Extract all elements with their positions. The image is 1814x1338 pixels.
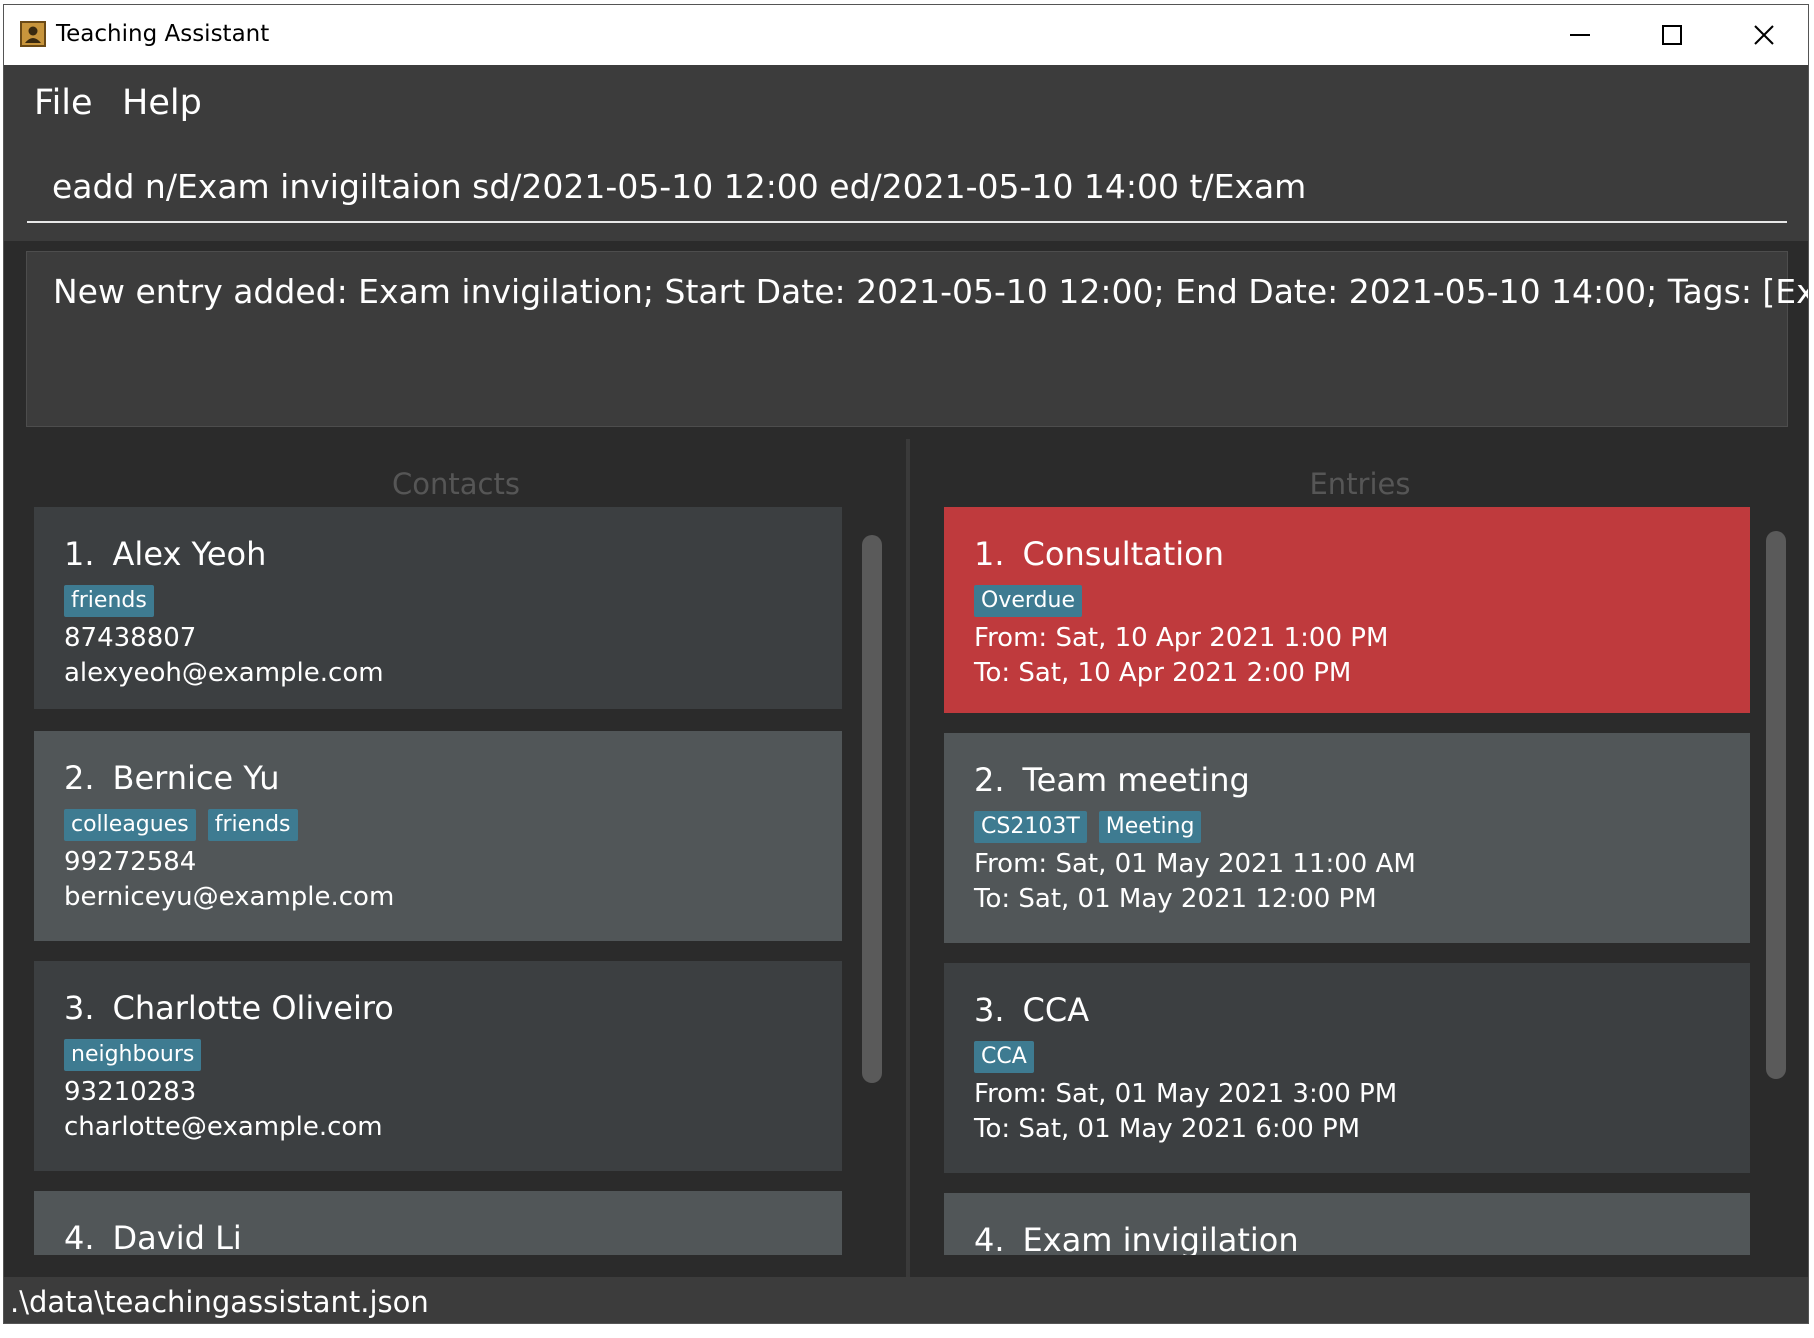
entry-card[interactable]: 4. Exam invigilation [944,1193,1750,1255]
entry-tag: Meeting [1098,811,1202,843]
contact-tag: neighbours [64,1039,202,1071]
entry-name: Consultation [1022,535,1225,573]
title-bar: Teaching Assistant [4,5,1808,65]
contact-card[interactable]: 4. David Li [34,1191,842,1255]
entry-to: To: Sat, 01 May 2021 12:00 PM [974,884,1377,914]
entry-card[interactable]: 2. Team meeting CS2103T Meeting From: Sat,… [944,733,1750,943]
data-file-path: .\data\teachingassistant.json [10,1285,429,1319]
contact-name: Bernice Yu [112,759,280,797]
result-message: New entry added: Exam invigilation; Star… [53,272,1809,311]
entry-to: To: Sat, 10 Apr 2021 2:00 PM [974,658,1352,688]
contact-phone: 93210283 [64,1077,197,1107]
contact-name: Alex Yeoh [112,535,267,573]
contact-email: berniceyu@example.com [64,882,395,912]
entries-scrollbar[interactable] [1766,531,1786,1079]
close-icon [1754,25,1774,45]
contacts-title: Contacts [392,467,520,501]
contacts-panel: Contacts 1. Alex Yeoh friends 87438807 al… [4,439,908,1277]
entry-name: CCA [1022,991,1090,1029]
contact-name: David Li [112,1219,242,1255]
contact-card[interactable]: 2. Bernice Yu colleagues friends 99272584 … [34,731,842,941]
minimize-icon [1570,34,1590,36]
overdue-tag: Overdue [974,585,1082,617]
entry-tag: CS2103T [974,811,1087,843]
contact-index: 2. [64,759,95,797]
entry-card[interactable]: 3. CCA CCA From: Sat, 01 May 2021 3:00 PM… [944,963,1750,1173]
entries-title: Entries [1309,467,1411,501]
status-bar: .\data\teachingassistant.json [4,1277,1808,1323]
entry-from: From: Sat, 01 May 2021 11:00 AM [974,849,1416,879]
result-display: New entry added: Exam invigilation; Star… [26,251,1808,427]
app-window: Teaching Assistant File Help New entry a… [3,4,1809,1324]
maximize-button[interactable] [1626,5,1718,65]
menu-bar: File Help [4,65,1808,141]
contact-index: 4. [64,1219,95,1255]
entry-index: 4. [974,1221,1005,1255]
entries-panel: Entries 1. Consultation Overdue From: Sat… [910,439,1808,1277]
contact-email: charlotte@example.com [64,1112,383,1142]
contact-name: Charlotte Oliveiro [112,989,394,1027]
minimize-button[interactable] [1534,5,1626,65]
contact-card[interactable]: 1. Alex Yeoh friends 87438807 alexyeoh@ex… [34,507,842,709]
contact-card[interactable]: 3. Charlotte Oliveiro neighbours 93210283… [34,961,842,1171]
contacts-list[interactable]: 1. Alex Yeoh friends 87438807 alexyeoh@ex… [4,507,908,1255]
contact-index: 3. [64,989,95,1027]
contact-index: 1. [64,535,95,573]
entry-index: 3. [974,991,1005,1029]
entry-to: To: Sat, 01 May 2021 6:00 PM [974,1114,1361,1144]
contact-phone: 99272584 [64,847,197,877]
entry-card-overdue[interactable]: 1. Consultation Overdue From: Sat, 10 Apr… [944,507,1750,713]
entry-from: From: Sat, 10 Apr 2021 1:00 PM [974,623,1389,653]
contact-tag: colleagues [64,809,196,841]
contact-tag: friends [64,585,154,617]
app-icon [20,21,46,47]
maximize-icon [1662,25,1682,45]
entry-from: From: Sat, 01 May 2021 3:00 PM [974,1079,1398,1109]
entry-index: 1. [974,535,1005,573]
entry-name: Exam invigilation [1022,1221,1299,1255]
entries-list[interactable]: 1. Consultation Overdue From: Sat, 10 Apr… [910,507,1808,1255]
entry-index: 2. [974,761,1005,799]
command-input[interactable] [27,151,1787,223]
contact-tag: friends [207,809,298,841]
close-button[interactable] [1718,5,1808,65]
menu-help[interactable]: Help [122,83,202,123]
window-title: Teaching Assistant [56,21,270,47]
command-box [4,141,1808,241]
menu-file[interactable]: File [34,83,93,123]
entry-tag: CCA [974,1041,1034,1073]
contact-phone: 87438807 [64,623,197,653]
contacts-scrollbar[interactable] [862,535,882,1083]
entry-name: Team meeting [1022,761,1250,799]
contact-email: alexyeoh@example.com [64,658,384,688]
